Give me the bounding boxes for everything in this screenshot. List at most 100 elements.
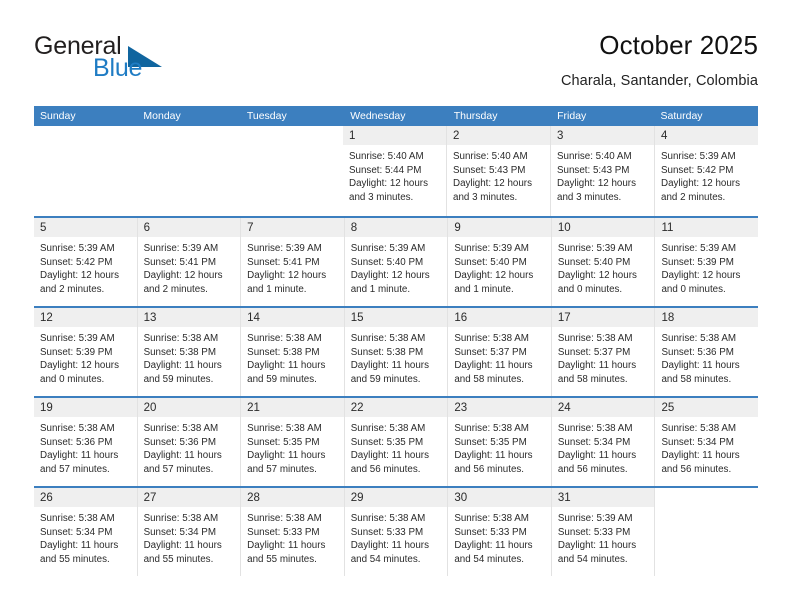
- calendar-day-cell[interactable]: 15 Sunrise: 5:38 AM Sunset: 5:38 PM Dayligh…: [344, 308, 449, 396]
- calendar-day-cell[interactable]: 13 Sunrise: 5:38 AM Sunset: 5:38 PM Dayligh…: [137, 308, 242, 396]
- day-detail-line: and 55 minutes.: [40, 553, 110, 565]
- day-details: Sunrise: 5:38 AM Sunset: 5:33 PM Daylight:…: [241, 507, 344, 566]
- general-blue-logo[interactable]: General Blue: [34, 30, 254, 90]
- calendar-day-cell[interactable]: 24 Sunrise: 5:38 AM Sunset: 5:34 PM Dayligh…: [551, 398, 656, 486]
- day-details: Sunrise: 5:39 AM Sunset: 5:41 PM Daylight:…: [138, 237, 241, 296]
- calendar-day-cell[interactable]: 5 Sunrise: 5:39 AM Sunset: 5:42 PM Daylight…: [34, 218, 138, 306]
- day-detail-line: Daylight: 12 hours: [143, 270, 223, 282]
- calendar-day-cell[interactable]: 22 Sunrise: 5:38 AM Sunset: 5:35 PM Dayligh…: [344, 398, 449, 486]
- calendar-day-cell[interactable]: 19 Sunrise: 5:38 AM Sunset: 5:36 PM Dayligh…: [34, 398, 138, 486]
- day-number-band: 28: [241, 488, 344, 507]
- day-detail-line: Sunrise: 5:38 AM: [143, 423, 219, 434]
- day-number-band: 1: [343, 126, 446, 145]
- calendar-cell-empty: [34, 126, 137, 216]
- day-number: 7: [247, 222, 254, 234]
- calendar-day-cell[interactable]: 8 Sunrise: 5:39 AM Sunset: 5:40 PM Daylight…: [344, 218, 449, 306]
- day-detail-line: and 0 minutes.: [40, 373, 105, 385]
- day-number: 15: [350, 312, 364, 324]
- day-detail-line: and 1 minute.: [454, 283, 514, 295]
- calendar-day-cell[interactable]: 30 Sunrise: 5:38 AM Sunset: 5:33 PM Dayligh…: [448, 488, 552, 576]
- day-detail-line: Sunrise: 5:38 AM: [350, 333, 426, 344]
- day-detail-line: Sunset: 5:38 PM: [143, 346, 217, 358]
- day-detail-line: Daylight: 11 hours: [557, 360, 637, 372]
- calendar-day-cell[interactable]: 18 Sunrise: 5:38 AM Sunset: 5:36 PM Dayligh…: [655, 308, 759, 396]
- day-detail-line: and 58 minutes.: [661, 373, 732, 385]
- day-detail-line: and 56 minutes.: [454, 463, 525, 475]
- day-detail-line: Sunset: 5:37 PM: [454, 346, 527, 358]
- day-detail-line: Sunrise: 5:38 AM: [350, 423, 426, 434]
- day-detail-line: Sunset: 5:34 PM: [143, 526, 217, 538]
- weekday-header-friday: Friday: [557, 110, 587, 122]
- day-detail-line: and 1 minute.: [350, 283, 411, 295]
- day-detail-line: Sunrise: 5:40 AM: [557, 151, 632, 162]
- calendar-day-cell[interactable]: 21 Sunrise: 5:38 AM Sunset: 5:35 PM Dayligh…: [241, 398, 345, 486]
- day-number-band: 23: [448, 398, 551, 417]
- day-details: Sunrise: 5:38 AM Sunset: 5:35 PM Daylight:…: [345, 417, 448, 476]
- day-detail-line: Daylight: 11 hours: [350, 360, 429, 372]
- day-details: Sunrise: 5:40 AM Sunset: 5:43 PM Daylight:…: [551, 145, 654, 204]
- calendar-day-cell[interactable]: 23 Sunrise: 5:38 AM Sunset: 5:35 PM Dayligh…: [448, 398, 552, 486]
- calendar-day-cell[interactable]: 29 Sunrise: 5:38 AM Sunset: 5:33 PM Dayligh…: [344, 488, 449, 576]
- calendar-day-cell[interactable]: 4 Sunrise: 5:39 AM Sunset: 5:42 PM Daylight…: [655, 126, 758, 216]
- day-detail-line: Sunrise: 5:38 AM: [247, 513, 322, 524]
- day-detail-line: and 56 minutes.: [350, 463, 421, 475]
- calendar-day-cell[interactable]: 26 Sunrise: 5:38 AM Sunset: 5:34 PM Dayligh…: [34, 488, 138, 576]
- day-detail-line: Daylight: 11 hours: [454, 360, 533, 372]
- calendar-day-cell[interactable]: 12 Sunrise: 5:39 AM Sunset: 5:39 PM Dayligh…: [34, 308, 138, 396]
- calendar-day-cell[interactable]: 1 Sunrise: 5:40 AM Sunset: 5:44 PM Daylight…: [343, 126, 447, 216]
- day-detail-line: Daylight: 12 hours: [453, 178, 532, 190]
- calendar-day-cell[interactable]: 28 Sunrise: 5:38 AM Sunset: 5:33 PM Dayligh…: [241, 488, 345, 576]
- day-number-band: 6: [137, 218, 241, 237]
- weekday-header-thursday: Thursday: [453, 110, 498, 122]
- day-detail-line: Sunrise: 5:39 AM: [350, 243, 426, 254]
- calendar-day-cell[interactable]: 27 Sunrise: 5:38 AM Sunset: 5:34 PM Dayligh…: [137, 488, 242, 576]
- day-details: Sunrise: 5:40 AM Sunset: 5:44 PM Daylight:…: [343, 145, 446, 204]
- day-detail-line: Sunrise: 5:38 AM: [143, 333, 219, 344]
- day-detail-line: Daylight: 12 hours: [661, 270, 741, 282]
- calendar-weeks: 1 Sunrise: 5:40 AM Sunset: 5:44 PM Daylight…: [34, 126, 759, 576]
- day-details: Sunrise: 5:39 AM Sunset: 5:41 PM Daylight:…: [241, 237, 344, 296]
- calendar-day-cell[interactable]: 3 Sunrise: 5:40 AM Sunset: 5:43 PM Daylight…: [551, 126, 655, 216]
- day-details: Sunrise: 5:39 AM Sunset: 5:40 PM Daylight:…: [448, 237, 551, 296]
- day-detail-line: Sunrise: 5:38 AM: [247, 423, 322, 434]
- calendar-day-cell[interactable]: 6 Sunrise: 5:39 AM Sunset: 5:41 PM Daylight…: [137, 218, 242, 306]
- day-detail-line: Sunrise: 5:38 AM: [454, 513, 529, 524]
- day-number: 14: [247, 312, 260, 324]
- day-detail-line: and 54 minutes.: [557, 553, 628, 565]
- day-detail-line: and 57 minutes.: [143, 463, 214, 475]
- day-detail-line: Sunrise: 5:39 AM: [454, 243, 529, 254]
- day-detail-line: Sunrise: 5:39 AM: [557, 243, 633, 254]
- day-details: Sunrise: 5:38 AM Sunset: 5:34 PM Daylight:…: [552, 417, 655, 476]
- day-detail-line: Daylight: 11 hours: [40, 540, 119, 552]
- calendar-day-cell[interactable]: 10 Sunrise: 5:39 AM Sunset: 5:40 PM Dayligh…: [551, 218, 656, 306]
- day-number-band: 31: [551, 488, 655, 507]
- calendar-day-cell[interactable]: 25 Sunrise: 5:38 AM Sunset: 5:34 PM Dayligh…: [655, 398, 759, 486]
- calendar-day-cell[interactable]: 14 Sunrise: 5:38 AM Sunset: 5:38 PM Dayligh…: [241, 308, 345, 396]
- calendar-day-cell[interactable]: 7 Sunrise: 5:39 AM Sunset: 5:41 PM Daylight…: [241, 218, 345, 306]
- calendar-day-cell[interactable]: 11 Sunrise: 5:39 AM Sunset: 5:39 PM Dayligh…: [655, 218, 759, 306]
- day-detail-line: Daylight: 11 hours: [557, 540, 637, 552]
- day-detail-line: Sunset: 5:33 PM: [557, 526, 631, 538]
- calendar-day-cell[interactable]: 16 Sunrise: 5:38 AM Sunset: 5:37 PM Dayligh…: [448, 308, 552, 396]
- day-number: 25: [661, 402, 675, 414]
- day-number: 29: [350, 492, 364, 504]
- day-detail-line: Sunrise: 5:38 AM: [40, 513, 115, 524]
- day-detail-line: Sunrise: 5:38 AM: [143, 513, 219, 524]
- day-number: 30: [454, 492, 468, 504]
- day-number-band: 19: [34, 398, 137, 417]
- calendar-day-cell[interactable]: 2 Sunrise: 5:40 AM Sunset: 5:43 PM Daylight…: [447, 126, 551, 216]
- calendar-day-cell[interactable]: 20 Sunrise: 5:38 AM Sunset: 5:36 PM Dayligh…: [137, 398, 242, 486]
- day-detail-line: Daylight: 11 hours: [557, 450, 637, 462]
- weekday-header-row: Sunday Monday Tuesday Wednesday Thursday Frid…: [34, 106, 758, 126]
- day-details: Sunrise: 5:39 AM Sunset: 5:40 PM Daylight:…: [345, 237, 448, 296]
- calendar-day-cell[interactable]: 17 Sunrise: 5:38 AM Sunset: 5:37 PM Dayligh…: [551, 308, 656, 396]
- day-number-band: 21: [241, 398, 344, 417]
- day-detail-line: Sunset: 5:41 PM: [247, 256, 320, 268]
- day-number: 5: [40, 222, 47, 234]
- day-number: 9: [454, 222, 461, 234]
- calendar-day-cell[interactable]: 31 Sunrise: 5:39 AM Sunset: 5:33 PM Dayligh…: [551, 488, 656, 576]
- day-number: 4: [661, 130, 668, 142]
- day-detail-line: and 58 minutes.: [454, 373, 525, 385]
- calendar-day-cell[interactable]: 9 Sunrise: 5:39 AM Sunset: 5:40 PM Daylight…: [448, 218, 552, 306]
- day-number-band: 3: [551, 126, 654, 145]
